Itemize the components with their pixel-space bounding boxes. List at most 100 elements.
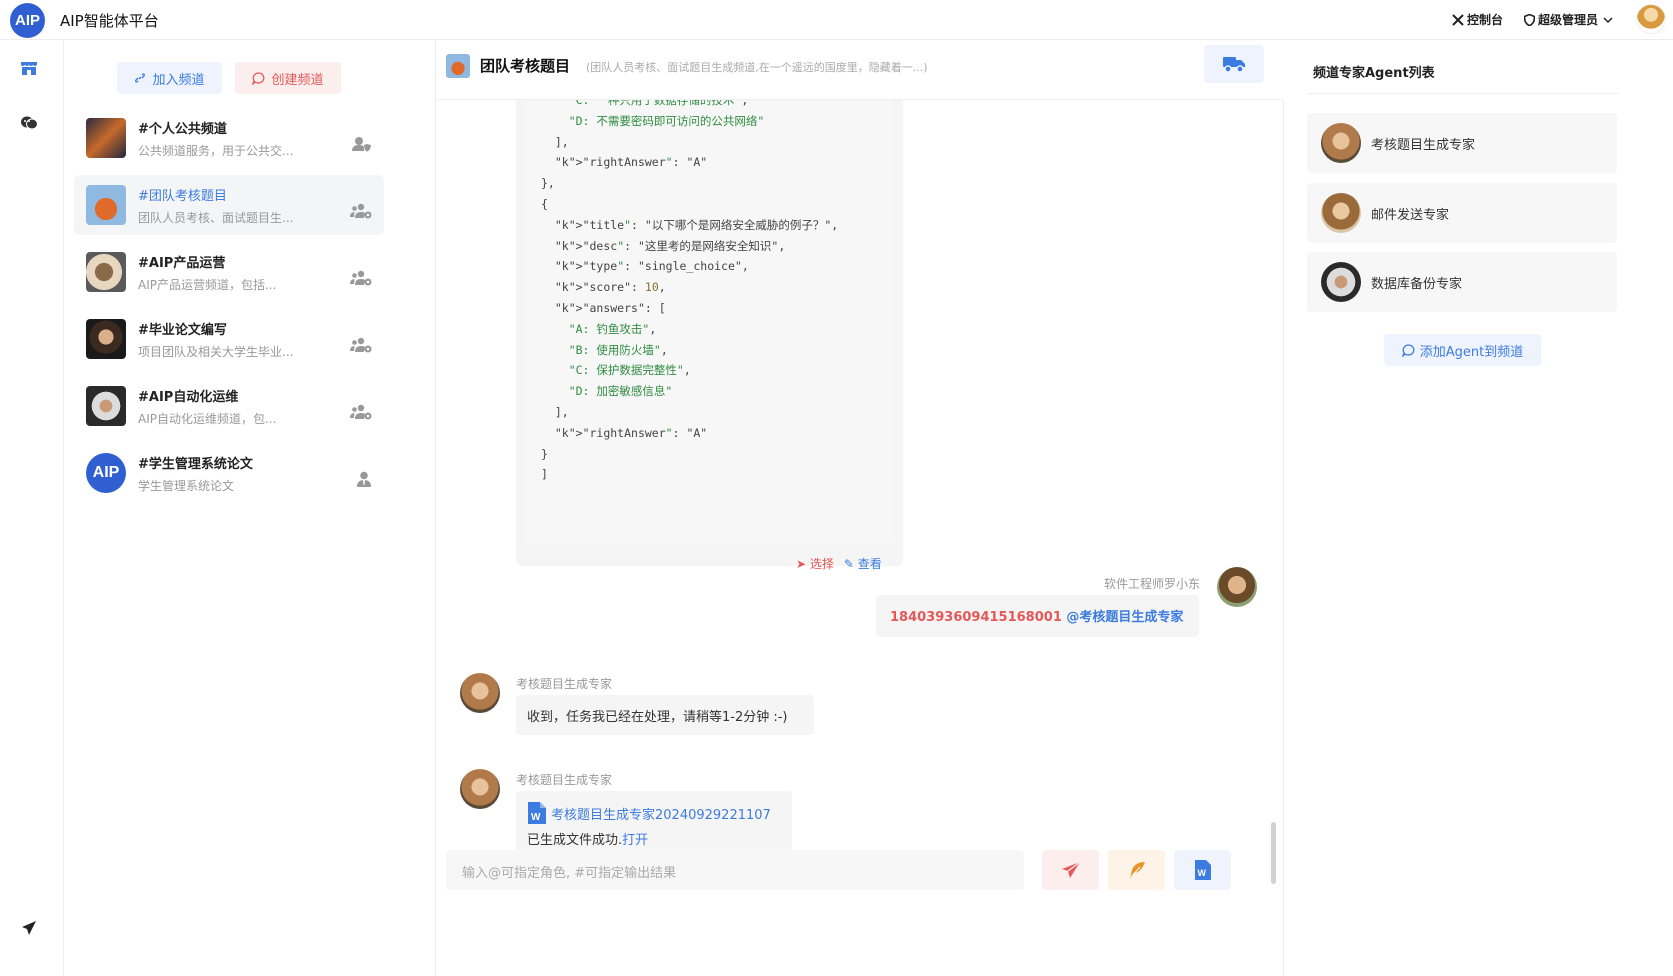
truck-icon — [1223, 57, 1245, 73]
agent-avatar — [1321, 262, 1361, 302]
agent-card[interactable]: 邮件发送专家 — [1307, 183, 1617, 243]
select-code-label: 选择 — [809, 557, 834, 571]
chat-title: 团队考核题目 — [480, 57, 571, 75]
channel-desc: 团队人员考核、面试题目生... — [138, 211, 294, 225]
channel-name: #AIP产品运营 — [138, 256, 226, 271]
word-file-icon: W — [528, 802, 546, 824]
join-channel-button[interactable]: 加入频道 — [117, 62, 222, 94]
bot-message-bubble: 收到，任务我已经在处理，请稍等1-2分钟 :-) — [516, 695, 814, 735]
link-icon — [135, 73, 146, 83]
word-export-button[interactable]: W — [1174, 850, 1231, 890]
open-file-link[interactable]: 打开 — [622, 833, 648, 848]
agents-divider — [1307, 93, 1620, 94]
channel-avatar — [86, 252, 126, 292]
channel-desc: AIP自动化运维频道，包... — [138, 412, 277, 426]
channel-avatar — [86, 386, 126, 426]
user-shield-icon — [352, 137, 371, 152]
store-icon[interactable] — [18, 57, 40, 79]
send-button[interactable] — [1042, 850, 1099, 890]
tools-icon — [1452, 13, 1464, 26]
chat-scrollbar[interactable] — [1271, 822, 1276, 884]
chat-header: 团队考核题目 (团队人员考核、面试题目生成频道,在一个遥远的国度里，隐藏着一..… — [436, 40, 1284, 100]
channel-name: #团队考核题目 — [138, 189, 227, 204]
agent-avatar — [1321, 123, 1361, 163]
message-input[interactable]: 输入@可指定角色, #可指定输出结果 — [446, 850, 1024, 890]
chat-channel-avatar — [446, 54, 470, 78]
channel-desc: 公共频道服务，用于公共交... — [138, 144, 294, 158]
channel-item[interactable]: #个人公共频道 公共频道服务，用于公共交... — [74, 108, 384, 168]
channel-name: #个人公共频道 — [138, 122, 227, 137]
bot-avatar[interactable] — [460, 769, 500, 809]
user-message-bubble: 1840393609415168001 @考核题目生成专家 — [876, 595, 1199, 637]
file-name[interactable]: 考核题目生成专家20240929221107 — [551, 804, 771, 823]
svg-text:W: W — [1197, 868, 1206, 878]
send-icon[interactable] — [18, 917, 40, 939]
channel-item[interactable]: #AIP产品运营 AIP产品运营频道，包括... — [74, 242, 384, 302]
agent-name: 邮件发送专家 — [1371, 208, 1450, 223]
agents-panel: 频道专家Agent列表 考核题目生成专家 邮件发送专家 数据库备份专家 添加Ag… — [1285, 40, 1673, 976]
code-content: "C: 一种只用于数据存储的技术", "D: 不需要密码即可访问的公共网络" ]… — [526, 100, 893, 542]
join-channel-label: 加入频道 — [152, 72, 205, 88]
message-sender-name: 考核题目生成专家 — [516, 677, 613, 691]
view-code-label: 查看 — [857, 557, 882, 571]
create-channel-label: 创建频道 — [271, 72, 324, 88]
channel-avatar: AIP — [86, 453, 126, 493]
add-agent-button[interactable]: 添加Agent到频道 — [1384, 334, 1541, 366]
masks-icon[interactable] — [18, 112, 40, 134]
chat-bubble-icon — [1401, 343, 1415, 357]
word-file-icon: W — [1194, 860, 1211, 880]
feather-icon — [1129, 862, 1145, 878]
message-sender-name: 考核题目生成专家 — [516, 773, 613, 787]
console-link[interactable]: 控制台 — [1452, 11, 1503, 28]
user-tie-icon — [357, 471, 371, 487]
channel-item-active[interactable]: #团队考核题目 团队人员考核、面试题目生... — [74, 175, 384, 235]
channel-list-panel: 加入频道 创建频道 #个人公共频道 公共频道服务，用于公共交... #团队考核题… — [64, 40, 436, 976]
code-message: "C: 一种只用于数据存储的技术", "D: 不需要密码即可访问的公共网络" ]… — [516, 100, 903, 566]
agent-avatar — [1321, 193, 1361, 233]
agent-name: 考核题目生成专家 — [1371, 138, 1476, 153]
channel-desc: 项目团队及相关大学生毕业... — [138, 345, 294, 359]
app-logo[interactable]: AIP — [10, 3, 45, 38]
admin-menu[interactable]: 超级管理员 — [1524, 11, 1617, 28]
view-code-button[interactable]: ✎ 查看 — [844, 555, 882, 572]
chat-panel: 团队考核题目 (团队人员考核、面试题目生成频道,在一个遥远的国度里，隐藏着一..… — [436, 40, 1284, 976]
channel-name: #学生管理系统论文 — [138, 457, 253, 472]
chat-subtitle: (团队人员考核、面试题目生成频道,在一个遥远的国度里，隐藏着一...) — [586, 61, 928, 74]
bot-avatar[interactable] — [460, 673, 500, 713]
channel-item[interactable]: AIP #学生管理系统论文 学生管理系统论文 — [74, 443, 384, 503]
file-status-text: 已生成文件成功. — [527, 833, 623, 848]
top-bar: AIP AIP智能体平台 控制台 超级管理员 — [0, 0, 1673, 40]
users-gear-icon — [350, 404, 372, 420]
chevron-down-icon — [1603, 16, 1613, 23]
agent-name: 数据库备份专家 — [1371, 277, 1463, 292]
sender-avatar[interactable] — [1217, 567, 1257, 607]
channel-item[interactable]: #毕业论文编写 项目团队及相关大学生毕业... — [74, 309, 384, 369]
message-sender-name: 软件工程师罗小东 — [1103, 577, 1200, 591]
feather-button[interactable] — [1108, 850, 1165, 890]
admin-label: 超级管理员 — [1538, 13, 1599, 27]
svg-text:W: W — [531, 812, 541, 823]
code-actions: ➤ 选择 ✎ 查看 — [796, 555, 882, 572]
paper-plane-icon — [1061, 861, 1080, 878]
users-gear-icon — [350, 270, 372, 286]
channel-name: #AIP自动化运维 — [138, 390, 239, 405]
console-label: 控制台 — [1467, 13, 1504, 27]
create-channel-button[interactable]: 创建频道 — [235, 62, 341, 94]
file-link[interactable]: W 考核题目生成专家20240929221107 — [527, 801, 781, 825]
select-code-button[interactable]: ➤ 选择 — [796, 555, 834, 572]
code-text: "C: 一种只用于数据存储的技术", "D: 不需要密码即可访问的公共网络" ]… — [541, 100, 839, 482]
agent-card[interactable]: 考核题目生成专家 — [1307, 113, 1617, 173]
left-nav — [0, 40, 64, 976]
add-agent-label: 添加Agent到频道 — [1419, 344, 1524, 360]
channel-item[interactable]: #AIP自动化运维 AIP自动化运维频道，包... — [74, 376, 384, 436]
channel-name: #毕业论文编写 — [138, 323, 227, 338]
agent-card[interactable]: 数据库备份专家 — [1307, 252, 1617, 312]
users-gear-icon — [350, 203, 372, 219]
channel-desc: AIP产品运营频道，包括... — [138, 278, 277, 292]
chat-bubble-icon — [252, 71, 265, 85]
message-mention[interactable]: @考核题目生成专家 — [1066, 610, 1183, 625]
app-title: AIP智能体平台 — [60, 12, 159, 30]
user-avatar[interactable] — [1636, 4, 1666, 34]
chat-messages: "C: 一种只用于数据存储的技术", "D: 不需要密码即可访问的公共网络" ]… — [436, 100, 1284, 920]
truck-button[interactable] — [1204, 45, 1264, 83]
